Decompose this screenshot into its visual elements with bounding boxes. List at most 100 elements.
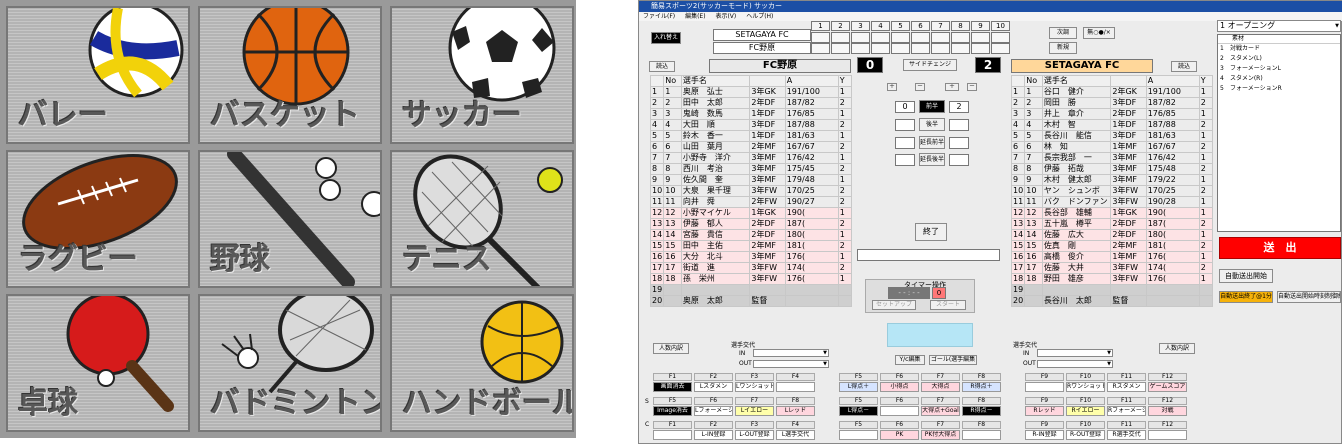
roster-row[interactable]: 66林 知 1年MF 167/67 2	[1010, 141, 1214, 153]
material-item[interactable]: 3 フォーメーションL	[1218, 64, 1340, 74]
fkey-button[interactable]: L得点＋	[839, 382, 878, 392]
fkey-button[interactable]: L選手交代	[776, 430, 815, 440]
fkey-button[interactable]	[839, 430, 878, 440]
roster-row[interactable]: 14 14 佐藤 広大 2年DF 180(1	[1010, 229, 1214, 241]
roster-row[interactable]: 11 11 向井 舜 2年FW 190/27 2	[649, 196, 853, 208]
timer-start-button[interactable]: スタート	[930, 300, 966, 310]
member-order-right-button[interactable]: 人数内訳	[1159, 343, 1195, 354]
roster-row[interactable]: 9 9 佐久間 奎 3年MF 179/48 1	[649, 174, 853, 186]
goal-edit-button[interactable]: ゴール(選手編集	[929, 355, 977, 365]
roster-row[interactable]: 20 奥原 太郎 監督	[649, 295, 853, 307]
tile-handball[interactable]: ハンドボール	[390, 294, 574, 432]
fkey-button[interactable]: 大得点+Goal	[921, 406, 960, 416]
fkey-button[interactable]: Image消去	[653, 406, 692, 416]
tile-badminton[interactable]: バドミントン	[198, 294, 382, 432]
roster-row[interactable]: 16 16 大分 北斗 3年MF 176(1	[649, 251, 853, 263]
load-left-button[interactable]: 読込	[649, 61, 675, 72]
fkey-button[interactable]: Rワンショット	[1066, 382, 1105, 392]
fkey-button[interactable]: Lフォーメーション	[694, 406, 733, 416]
menu-file[interactable]: ファイル(F)	[643, 13, 675, 20]
roster-row[interactable]: 12 12 小野マイケル 1年GK 190(1	[649, 207, 853, 219]
roster-row[interactable]: 14 14 宮藤 貴信 2年DF 180(1	[649, 229, 853, 241]
tile-table-tennis[interactable]: 卓球	[6, 294, 190, 432]
left-minus-button[interactable]: －	[915, 83, 925, 91]
roster-row[interactable]: 15 15 佐真 剛 2年MF 181(2	[1010, 240, 1214, 252]
roster-row[interactable]: 7 7 小野寺 洋介 3年MF 176/42 1	[649, 152, 853, 164]
roster-row[interactable]: 9 9 木村 健太郎 3年MF 179/22 1	[1010, 174, 1214, 186]
second-half-button[interactable]: 後半	[919, 118, 945, 131]
roster-row[interactable]: 15 15 田中 主佑 2年MF 181(2	[649, 240, 853, 252]
roster-row[interactable]: 11 11 バク ドンファン 3年FW 190/28 1	[1010, 196, 1214, 208]
mode-button[interactable]: 無○●/×	[1083, 27, 1115, 39]
extra-second-button[interactable]: 延長後半	[919, 153, 945, 166]
out-select-left[interactable]	[753, 360, 829, 368]
load-right-button[interactable]: 読込	[1171, 61, 1197, 72]
roster-row[interactable]: 3 3 鬼崎 数馬 1年DF 176/85 1	[649, 108, 853, 120]
fkey-button[interactable]	[776, 382, 815, 392]
fkey-button[interactable]: R-OUT登録	[1066, 430, 1105, 440]
right-plus-button[interactable]: ＋	[945, 83, 959, 91]
roster-row[interactable]: 10 10 大泉 果千理 3年FW 170/25 2	[649, 185, 853, 197]
roster-row[interactable]: 13 13 五十嵐 樽平 2年DF 187(2	[1010, 218, 1214, 230]
auto-send-time-end-button[interactable]: 自動送出開始時刻制御終了	[1277, 291, 1341, 303]
roster-row[interactable]: 13 13 伊藤 郁人 2年DF 187(2	[649, 218, 853, 230]
roster-row[interactable]: 16 16 高橋 俊介 1年MF 176(1	[1010, 251, 1214, 263]
fkey-button[interactable]: 大得点	[921, 382, 960, 392]
right-minus-button[interactable]: －	[967, 83, 977, 91]
in-select-right[interactable]	[1037, 349, 1113, 357]
fkey-button[interactable]: PK付大得点	[921, 430, 960, 440]
roster-row[interactable]: 20 長谷川 太郎 監督	[1010, 295, 1214, 307]
fkey-button[interactable]: Lイエロー	[735, 406, 774, 416]
fkey-button[interactable]: 対戦	[1148, 406, 1187, 416]
fkey-button[interactable]: Lレッド	[776, 406, 815, 416]
out-select-right[interactable]	[1037, 360, 1113, 368]
fkey-button[interactable]: L得点－	[839, 406, 878, 416]
first-half-button[interactable]: 前半	[919, 100, 945, 113]
roster-row[interactable]: 4 4 大田 順 3年DF 187/88 2	[649, 119, 853, 131]
send-button[interactable]: 送 出	[1219, 237, 1341, 259]
roster-row[interactable]: 10 10 ヤン シュンボ 3年FW 170/25 2	[1010, 185, 1214, 197]
auto-send-end-button[interactable]: 自動送出終了@1分	[1219, 291, 1273, 303]
roster-row[interactable]: 18 18 野田 雄彦 3年FW 176(1	[1010, 273, 1214, 285]
fkey-button[interactable]: 画面消去	[653, 382, 692, 392]
fkey-button[interactable]: Lスタメン	[694, 382, 733, 392]
fkey-button[interactable]	[880, 406, 919, 416]
fkey-button[interactable]: R-IN登録	[1025, 430, 1064, 440]
left-plus-button[interactable]: ＋	[887, 83, 897, 91]
fkey-button[interactable]: ゲームスコア	[1148, 382, 1187, 392]
material-item[interactable]: 5 フォーメーションR	[1218, 84, 1340, 94]
roster-row[interactable]: 2 2 田中 太郎 2年DF 187/82 2	[649, 97, 853, 109]
next-button[interactable]: 次調	[1049, 27, 1077, 39]
fkey-button[interactable]	[1148, 430, 1187, 440]
new-button[interactable]: 新規	[1049, 42, 1077, 54]
roster-row[interactable]: 19	[649, 284, 853, 296]
fkey-button[interactable]	[962, 430, 1001, 440]
auto-send-start-button[interactable]: 自動送出開始	[1219, 269, 1273, 283]
roster-row[interactable]: 6 6 山田 葉月 2年MF 167/67 2	[649, 141, 853, 153]
fkey-button[interactable]: R選手交代	[1107, 430, 1146, 440]
roster-row[interactable]: 1 1 奥原 弘士 3年GK 191/100 1	[649, 86, 853, 98]
roster-row[interactable]: 8 8 西川 考治 3年MF 175/45 2	[649, 163, 853, 175]
tile-tennis[interactable]: テニス	[390, 150, 574, 288]
roster-row[interactable]: 4 4 木村 智 1年DF 187/88 2	[1010, 119, 1214, 131]
side-change-button[interactable]: サイドチェンジ	[903, 59, 957, 71]
roster-row[interactable]: 12 12 長谷部 雄輔 1年GK 190(1	[1010, 207, 1214, 219]
swap-button[interactable]: 入れ替え	[651, 32, 681, 44]
fkey-button[interactable]: R得点＋	[962, 382, 1001, 392]
roster-row[interactable]: 18 18 孫 栄州 3年FW 176(1	[649, 273, 853, 285]
material-item[interactable]: 2 スタメン(L)	[1218, 54, 1340, 64]
tile-soccer[interactable]: サッカー	[390, 6, 574, 144]
material-item[interactable]: 1 対戦カード	[1218, 44, 1340, 54]
roster-row[interactable]: 2 2 岡田 勝 3年DF 187/82 2	[1010, 97, 1214, 109]
extra-first-button[interactable]: 延長前半	[919, 136, 945, 149]
yc-edit-button[interactable]: Y/c編集	[895, 355, 925, 365]
roster-row[interactable]: 5 5 長谷川 能信 3年DF 181/63 1	[1010, 130, 1214, 142]
tile-baseball[interactable]: 野球	[198, 150, 382, 288]
tile-volleyball[interactable]: バレー	[6, 6, 190, 144]
fkey-button[interactable]: L-IN登録	[694, 430, 733, 440]
fkey-button[interactable]: L-OUT登録	[735, 430, 774, 440]
fkey-button[interactable]: Lワンショット	[735, 382, 774, 392]
end-button[interactable]: 終了	[915, 223, 947, 241]
menu-edit[interactable]: 編集(E)	[685, 13, 705, 20]
tile-basketball[interactable]: バスケット	[198, 6, 382, 144]
